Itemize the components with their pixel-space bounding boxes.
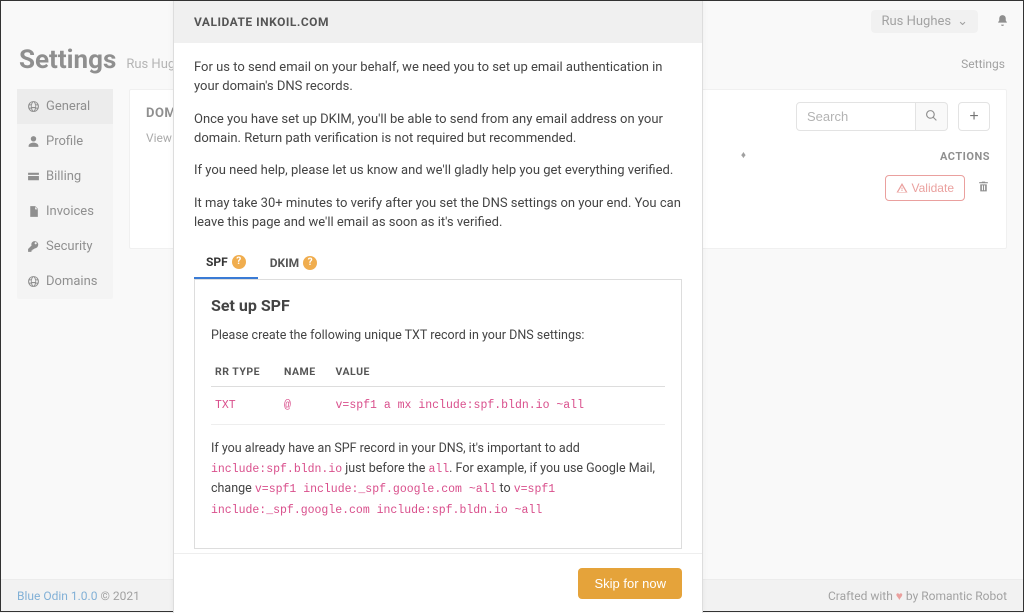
skip-button[interactable]: Skip for now [578,568,682,599]
tab-dkim[interactable]: DKIM ? [258,247,329,279]
dns-tabs: SPF ? DKIM ? [194,247,682,280]
modal-para: It may take 30+ minutes to verify after … [194,195,682,233]
th-rrtype: RR TYPE [211,357,280,387]
spf-heading: Set up SPF [211,296,665,315]
warning-icon: ? [303,256,317,270]
spf-note: If you already have an SPF record in you… [211,439,665,520]
spf-instruction: Please create the following unique TXT r… [211,327,665,345]
modal-title: VALIDATE INKOIL.COM [174,1,702,43]
spf-panel: Set up SPF Please create the following u… [194,280,682,549]
modal-para: For us to send email on your behalf, we … [194,59,682,97]
modal-para: If you need help, please let us know and… [194,162,682,181]
validate-modal: VALIDATE INKOIL.COM For us to send email… [173,1,703,613]
warning-icon: ? [232,255,246,269]
table-row: TXT @ v=spf1 a mx include:spf.bldn.io ~a… [211,387,665,425]
th-name: NAME [280,357,332,387]
cell-value: v=spf1 a mx include:spf.bldn.io ~all [332,387,665,425]
tab-spf[interactable]: SPF ? [194,247,258,279]
modal-para: Once you have set up DKIM, you'll be abl… [194,111,682,149]
cell-rrtype: TXT [211,387,280,425]
cell-name: @ [280,387,332,425]
th-value: VALUE [332,357,665,387]
dns-record-table: RR TYPE NAME VALUE TXT @ v=spf1 a mx inc… [211,357,665,425]
